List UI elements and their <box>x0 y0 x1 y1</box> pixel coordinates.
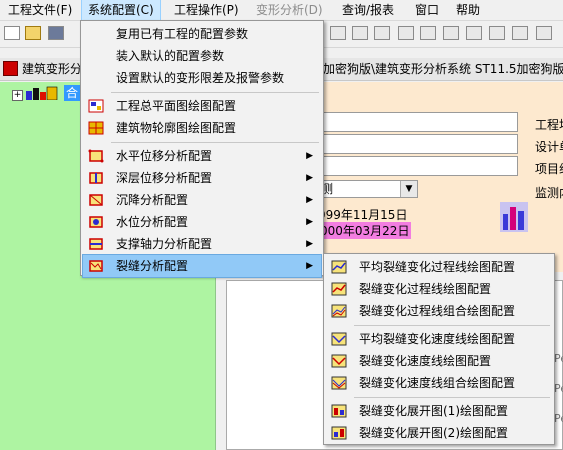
menu-query-report[interactable]: 查询/报表 <box>336 0 400 20</box>
buildings-icon <box>26 86 58 100</box>
submenu-arrow-icon: ▶ <box>306 195 313 205</box>
menu-item-reuse-config[interactable]: 复用已有工程的配置参数 <box>83 23 321 45</box>
label-project-group: 项目组 <box>535 162 563 176</box>
submenu-item-crack-expand-2[interactable]: 裂缝变化展开图(2)绘图配置 <box>326 422 552 444</box>
submenu-item-crack-expand-1[interactable]: 裂缝变化展开图(1)绘图配置 <box>326 400 552 422</box>
save-icon[interactable] <box>48 26 64 40</box>
tree-root-item[interactable]: 合 <box>64 85 81 101</box>
tree-expand-icon[interactable]: + <box>12 90 23 101</box>
label-monitor-content: 监测内 <box>535 186 563 200</box>
expand-chart-icon <box>331 404 347 418</box>
label-project-site: 工程地 <box>535 118 563 132</box>
menu-help[interactable]: 帮助 <box>450 0 486 20</box>
chart-config-icon <box>331 260 347 274</box>
menu-system-config[interactable]: 系统配置(C) <box>81 0 161 21</box>
toolbar-icon-2[interactable] <box>352 26 368 40</box>
submenu-item-avg-crack-speed[interactable]: 平均裂缝变化速度线绘图配置 <box>326 328 552 350</box>
menu-project-ops[interactable]: 工程操作(P) <box>168 0 245 20</box>
child-window-title-left: 建筑变形分 <box>22 62 83 76</box>
menu-bar: 工程文件(F) 系统配置(C) 工程操作(P) 变形分析(D) 查询/报表 窗口… <box>0 0 563 21</box>
pe-label-3: Pe <box>554 412 563 425</box>
toolbar-icon-6[interactable] <box>443 26 459 40</box>
info-field-3[interactable] <box>318 156 518 176</box>
submenu-item-crack-speed-combo[interactable]: 裂缝变化速度线组合绘图配置 <box>326 372 552 394</box>
menu-separator <box>111 142 319 143</box>
pe-label-1: Pe <box>554 352 563 365</box>
submenu-separator <box>354 397 550 398</box>
submenu-item-crack-speed[interactable]: 裂缝变化速度线绘图配置 <box>326 350 552 372</box>
menu-deformation-analysis[interactable]: 变形分析(D) <box>250 0 329 20</box>
open-folder-icon[interactable] <box>25 26 41 40</box>
menu-item-water-level[interactable]: 水位分析配置 ▶ <box>83 211 321 233</box>
toolbar-icon-4[interactable] <box>398 26 414 40</box>
deep-displacement-icon <box>89 172 103 184</box>
app-icon <box>3 61 18 76</box>
chart-config-icon <box>331 332 347 346</box>
monitor-type-combo[interactable]: 测 ▼ <box>318 180 418 198</box>
chevron-down-icon[interactable]: ▼ <box>400 181 417 197</box>
menu-item-deep-displacement[interactable]: 深层位移分析配置 ▶ <box>83 167 321 189</box>
info-field-1[interactable] <box>318 112 518 132</box>
menu-item-settlement[interactable]: 沉降分析配置 ▶ <box>83 189 321 211</box>
end-date: 000年03月22日 <box>318 222 412 239</box>
menu-item-crack-analysis[interactable]: 裂缝分析配置 ▶ <box>82 254 322 278</box>
building-chart-icon <box>500 202 528 232</box>
submenu-arrow-icon: ▶ <box>306 173 313 183</box>
toolbar-icon-10[interactable] <box>536 26 552 40</box>
toolbar-icon-8[interactable] <box>489 26 505 40</box>
chart-config-icon <box>331 376 347 390</box>
submenu-arrow-icon: ▶ <box>306 239 313 249</box>
strut-force-icon <box>89 238 103 250</box>
submenu-separator <box>354 325 550 326</box>
chart-config-icon <box>331 304 347 318</box>
submenu-arrow-icon: ▶ <box>306 261 313 271</box>
toolbar-icon-1[interactable] <box>330 26 346 40</box>
start-date: 999年11月15日 <box>318 208 408 222</box>
system-config-menu: 复用已有工程的配置参数 装入默认的配置参数 设置默认的变形限差及报警参数 工程总… <box>80 20 324 278</box>
menu-item-load-default[interactable]: 装入默认的配置参数 <box>83 45 321 67</box>
menu-item-set-limits[interactable]: 设置默认的变形限差及报警参数 <box>83 67 321 89</box>
toolbar-icon-5[interactable] <box>420 26 436 40</box>
submenu-arrow-icon: ▶ <box>306 151 313 161</box>
site-plan-icon <box>88 99 104 113</box>
child-window-title-right: 加密狗版\建筑变形分析系统 ST11.5加密狗版\ <box>323 62 563 76</box>
menu-separator <box>111 92 319 93</box>
toolbar-icon-7[interactable] <box>466 26 482 40</box>
crack-analysis-submenu: 平均裂缝变化过程线绘图配置 裂缝变化过程线绘图配置 裂缝变化过程线组合绘图配置 … <box>323 253 555 445</box>
menu-item-horizontal-displacement[interactable]: 水平位移分析配置 ▶ <box>83 145 321 167</box>
submenu-item-crack-process[interactable]: 裂缝变化过程线绘图配置 <box>326 278 552 300</box>
menu-item-site-plan-config[interactable]: 工程总平面图绘图配置 <box>83 95 321 117</box>
toolbar-icon-3[interactable] <box>374 26 390 40</box>
pe-label-2: Pe <box>554 382 563 395</box>
expand-chart-icon <box>331 426 347 440</box>
menu-window[interactable]: 窗口 <box>409 0 445 20</box>
menu-item-strut-force[interactable]: 支撑轴力分析配置 ▶ <box>83 233 321 255</box>
submenu-arrow-icon: ▶ <box>306 217 313 227</box>
settlement-icon <box>89 194 103 206</box>
submenu-item-crack-process-combo[interactable]: 裂缝变化过程线组合绘图配置 <box>326 300 552 322</box>
info-field-2[interactable] <box>318 134 518 154</box>
crack-analysis-icon <box>89 260 103 272</box>
building-outline-icon <box>88 121 104 135</box>
menu-project-file[interactable]: 工程文件(F) <box>2 0 78 20</box>
chart-config-icon <box>331 354 347 368</box>
chart-config-icon <box>331 282 347 296</box>
new-file-icon[interactable] <box>4 26 20 40</box>
toolbar-icon-9[interactable] <box>512 26 528 40</box>
water-level-icon <box>89 216 103 228</box>
horizontal-displacement-icon <box>88 149 104 163</box>
label-design-unit: 设计单 <box>535 140 563 154</box>
menu-item-building-outline-config[interactable]: 建筑物轮廓图绘图配置 <box>83 117 321 139</box>
submenu-item-avg-crack-process[interactable]: 平均裂缝变化过程线绘图配置 <box>326 256 552 278</box>
